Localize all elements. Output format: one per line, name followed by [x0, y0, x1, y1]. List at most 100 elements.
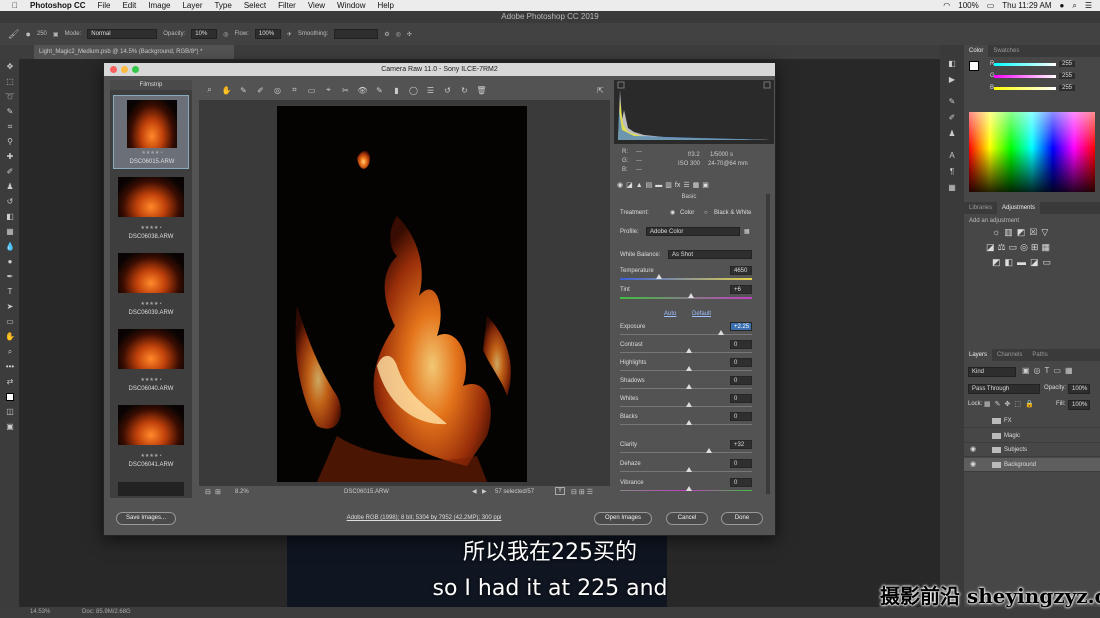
- before-after-toggle[interactable]: Y: [555, 487, 566, 495]
- color-sampler-icon[interactable]: ✐: [254, 86, 267, 95]
- highlights-slider[interactable]: [620, 366, 752, 371]
- tab-swatches[interactable]: Swatches: [988, 45, 1024, 57]
- visibility-eye-icon[interactable]: ◉: [970, 458, 976, 472]
- healing-tool-icon[interactable]: ✚: [0, 149, 20, 164]
- slider-knob[interactable]: [686, 486, 692, 491]
- slider-value[interactable]: 0: [730, 394, 752, 403]
- spotlight-icon[interactable]: ⌕: [1072, 1, 1076, 11]
- symmetry-icon[interactable]: ✣: [407, 31, 412, 38]
- menu-select[interactable]: Select: [244, 1, 266, 10]
- pen-tool-icon[interactable]: ✒: [0, 269, 20, 284]
- lens-tab-icon[interactable]: ▥: [665, 181, 672, 189]
- zoom-level[interactable]: 14.53%: [30, 609, 50, 615]
- basic-panel-tab-icon[interactable]: ◉: [617, 181, 623, 189]
- zoom-icon[interactable]: ⌕: [203, 85, 216, 95]
- zoom-window-button[interactable]: [132, 66, 139, 73]
- thumb-rating[interactable]: ★★★★ •: [113, 225, 189, 231]
- menu-help[interactable]: Help: [378, 1, 394, 10]
- actions-icon[interactable]: ▶: [940, 71, 964, 87]
- spot-removal-icon[interactable]: ✂: [339, 86, 352, 95]
- slider-knob[interactable]: [686, 467, 692, 472]
- color-spectrum[interactable]: [969, 112, 1095, 192]
- zoom-tool-icon[interactable]: ⌕: [0, 344, 20, 359]
- layer-row-background[interactable]: ◉ Background: [964, 458, 1100, 472]
- layer-row-fx[interactable]: FX: [964, 414, 1100, 428]
- blur-tool-icon[interactable]: 💧: [0, 239, 20, 254]
- glyphs-icon[interactable]: ▦: [940, 179, 964, 195]
- airbrush-icon[interactable]: ✈: [287, 31, 292, 38]
- tab-libraries[interactable]: Libraries: [964, 202, 997, 214]
- paragraph-icon[interactable]: ¶: [940, 163, 964, 179]
- targeted-adjust-icon[interactable]: ◎: [271, 86, 284, 95]
- blend-mode-select[interactable]: Pass Through: [968, 384, 1040, 394]
- layer-filter-icons[interactable]: ▣◎T▭▦: [1022, 366, 1077, 375]
- app-menu[interactable]: Photoshop CC: [30, 1, 86, 10]
- layer-row-magic[interactable]: Magic: [964, 429, 1100, 443]
- history-brush-icon[interactable]: ↺: [0, 194, 20, 209]
- foreground-background-swatch[interactable]: [0, 389, 20, 404]
- tab-channels[interactable]: Channels: [992, 349, 1027, 361]
- slider-knob[interactable]: [686, 384, 692, 389]
- dodge-tool-icon[interactable]: ●: [0, 254, 20, 269]
- graduated-filter-icon[interactable]: ▮: [390, 86, 403, 95]
- lock-icons[interactable]: ▦✎✥⬚🔒: [984, 400, 1038, 408]
- tone-curve-tab-icon[interactable]: ◪: [626, 181, 633, 189]
- slider-knob[interactable]: [718, 330, 724, 335]
- radio-bw[interactable]: ○: [704, 208, 708, 218]
- r-value[interactable]: 255: [1059, 61, 1076, 67]
- workflow-options-link[interactable]: Adobe RGB (1998); 8 bit; 5304 by 7952 (4…: [304, 515, 544, 521]
- slider-knob[interactable]: [686, 420, 692, 425]
- crop-icon[interactable]: ⌗: [288, 85, 301, 95]
- tab-paths[interactable]: Paths: [1027, 349, 1052, 361]
- tab-layers[interactable]: Layers: [964, 349, 993, 361]
- radio-color[interactable]: ◉: [670, 208, 675, 218]
- zoom-in-icon[interactable]: ⊞: [215, 488, 221, 496]
- doc-size[interactable]: Doc: 85.9M/2.68G: [82, 609, 131, 615]
- mode-select[interactable]: Normal: [87, 29, 158, 39]
- exposure-slider[interactable]: [620, 330, 752, 335]
- b-value[interactable]: 255: [1059, 85, 1076, 91]
- menu-window[interactable]: Window: [337, 1, 365, 10]
- brush-tool-icon-left[interactable]: ✐: [0, 164, 20, 179]
- effects-tab-icon[interactable]: fx: [675, 182, 680, 189]
- slider-knob[interactable]: [686, 402, 692, 407]
- vibrance-slider[interactable]: [620, 486, 752, 491]
- slider-value[interactable]: +2.25: [730, 322, 752, 331]
- cancel-button[interactable]: Cancel: [666, 512, 708, 525]
- default-link[interactable]: Default: [692, 311, 711, 317]
- hand-tool-icon[interactable]: ✋: [0, 329, 20, 344]
- dehaze-slider[interactable]: [620, 467, 752, 472]
- crop-tool-icon[interactable]: ⌗: [0, 119, 20, 134]
- split-toning-tab-icon[interactable]: ▬: [655, 182, 662, 189]
- adjustment-icons-row-2[interactable]: ◪⚖▭◎⊞▦: [986, 242, 1053, 253]
- thumb-rating[interactable]: ★★★★ •: [113, 377, 189, 383]
- presets-tab-icon[interactable]: ▦: [693, 181, 700, 189]
- calibration-tab-icon[interactable]: ☰: [683, 181, 689, 189]
- move-tool-icon[interactable]: ✥: [0, 59, 20, 74]
- thumb-rating[interactable]: ★★★★ •: [114, 150, 190, 156]
- apple-icon[interactable]: : [12, 1, 18, 10]
- clone-source-icon[interactable]: ♟: [940, 125, 964, 141]
- rotate-right-icon[interactable]: ↻: [458, 86, 471, 95]
- shadows-slider[interactable]: [620, 384, 752, 389]
- tab-adjustments[interactable]: Adjustments: [997, 202, 1041, 214]
- slider-knob[interactable]: [686, 348, 692, 353]
- marquee-tool-icon[interactable]: ⬚: [0, 74, 20, 89]
- layer-filter-kind[interactable]: Kind: [968, 367, 1016, 377]
- quick-select-tool-icon[interactable]: ✎: [0, 104, 20, 119]
- thumb-rating[interactable]: ★★★★ •: [113, 301, 189, 307]
- whites-slider[interactable]: [620, 402, 752, 407]
- quick-mask-icon[interactable]: ◫: [0, 404, 20, 419]
- adjustment-icons-row-1[interactable]: ☼▥◩☒▽: [992, 227, 1052, 238]
- thumb-rating[interactable]: ★★★★ •: [113, 453, 189, 459]
- document-tab[interactable]: Light_Magic2_Medium.psb @ 14.5% (Backgro…: [34, 45, 234, 59]
- brush-settings-icon[interactable]: ▣: [53, 31, 59, 38]
- slider-value[interactable]: 0: [730, 358, 752, 367]
- white-balance-icon[interactable]: ✎: [237, 86, 250, 95]
- menu-edit[interactable]: Edit: [122, 1, 136, 10]
- image-preview[interactable]: [199, 100, 610, 486]
- r-slider[interactable]: [994, 63, 1056, 66]
- layer-row-subjects[interactable]: ◉ Subjects: [964, 443, 1100, 457]
- shape-tool-icon[interactable]: ▭: [0, 314, 20, 329]
- screen-mode-icon[interactable]: ▣: [0, 419, 20, 434]
